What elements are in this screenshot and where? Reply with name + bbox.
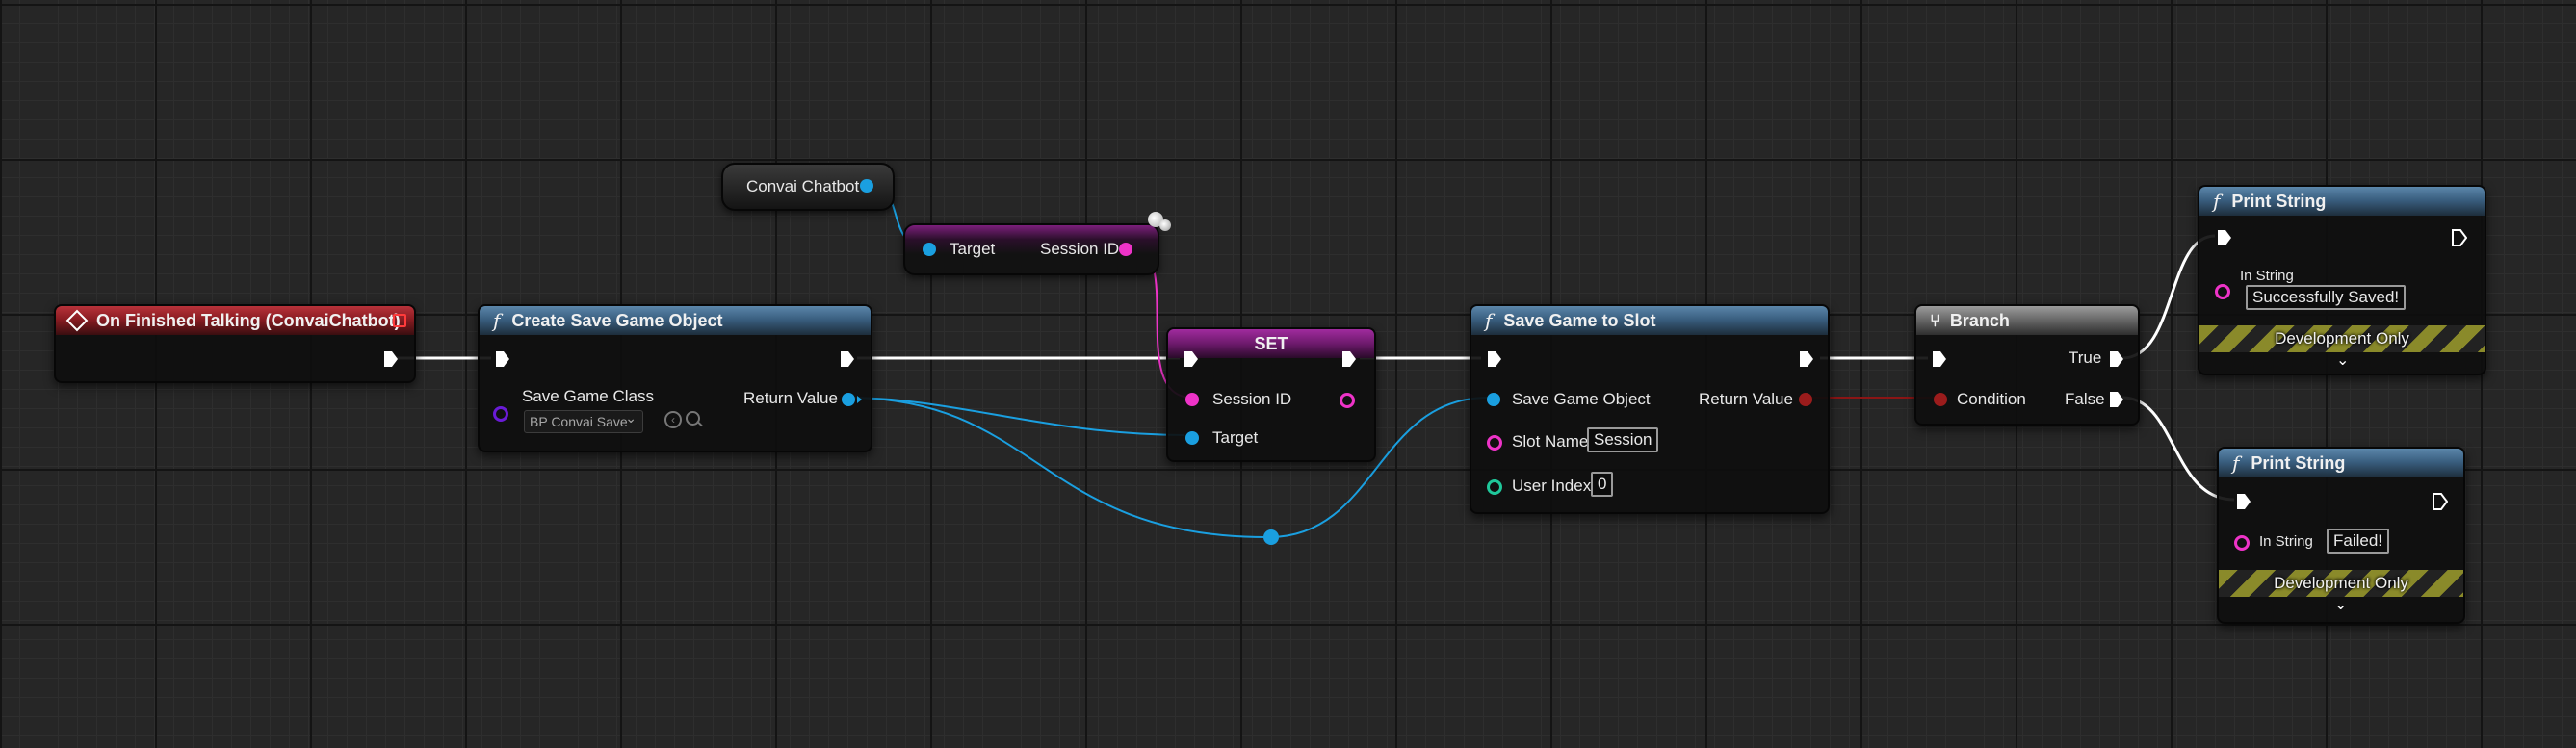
- function-icon: f: [493, 309, 501, 332]
- branch-node[interactable]: ⑂ Branch True Condition False: [1914, 304, 2140, 426]
- branch-header[interactable]: ⑂ Branch: [1916, 306, 2138, 335]
- slot-name-input[interactable]: Session: [1587, 427, 1659, 452]
- false-exec-pin[interactable]: [2109, 391, 2124, 408]
- save-game-object-pin[interactable]: [1487, 393, 1500, 406]
- convai-chatbot-pin[interactable]: [860, 179, 873, 193]
- set-node[interactable]: SET Session ID Target: [1166, 327, 1376, 462]
- set-title: SET: [1254, 333, 1288, 353]
- development-only-banner: Development Only: [2219, 570, 2463, 597]
- target-pin[interactable]: [1185, 431, 1199, 445]
- development-only-label: Development Only: [2275, 329, 2409, 348]
- chevron-down-icon: ⌄: [625, 410, 637, 426]
- exec-in-pin[interactable]: [1932, 350, 1947, 368]
- function-icon: f: [2213, 190, 2221, 213]
- chevron-down-icon[interactable]: ⌄: [2334, 595, 2347, 614]
- return-value-label: Return Value: [1699, 390, 1793, 408]
- exec-in-pin[interactable]: [1487, 350, 1502, 368]
- exec-out-pin[interactable]: [2452, 229, 2467, 246]
- exec-in-pin[interactable]: [1184, 350, 1199, 368]
- false-label: False: [2065, 390, 2105, 408]
- condition-pin[interactable]: [1934, 393, 1947, 406]
- branch-icon: ⑂: [1930, 310, 1940, 330]
- development-only-label: Development Only: [2274, 574, 2408, 592]
- print-string-failed-node[interactable]: f Print String In String Failed! Develop…: [2217, 447, 2465, 624]
- in-string-pin[interactable]: [2215, 284, 2230, 299]
- save-game-class-select[interactable]: BP Convai Save ⌄: [524, 410, 643, 433]
- return-value-label: Return Value: [743, 389, 838, 407]
- convai-chatbot-variable-node[interactable]: Convai Chatbot: [721, 163, 895, 211]
- save-game-class-pin[interactable]: [493, 406, 508, 422]
- user-index-label: User Index: [1512, 477, 1592, 495]
- event-title: On Finished Talking (ConvaiChatbot): [96, 310, 401, 330]
- exec-out-pin[interactable]: [1341, 350, 1357, 368]
- in-string-label: In String: [2240, 268, 2294, 284]
- event-header[interactable]: On Finished Talking (ConvaiChatbot): [56, 306, 414, 335]
- development-only-banner: Development Only: [2199, 325, 2485, 352]
- in-string-label: In String: [2259, 533, 2313, 550]
- reroute-node[interactable]: [1263, 529, 1279, 545]
- function-icon: f: [1485, 309, 1493, 332]
- get-session-id-node[interactable]: Target Session ID: [903, 212, 1171, 275]
- session-id-label: Session ID: [1040, 240, 1120, 258]
- exec-in-pin[interactable]: [495, 350, 510, 368]
- create-save-game-object-node[interactable]: f Create Save Game Object Save Game Clas…: [478, 304, 872, 452]
- exec-out-pin[interactable]: [840, 350, 855, 368]
- return-value-pin[interactable]: [1799, 393, 1812, 406]
- event-node[interactable]: On Finished Talking (ConvaiChatbot): [54, 304, 416, 383]
- chevron-down-icon[interactable]: ⌄: [2336, 350, 2349, 370]
- exec-in-pin[interactable]: [2217, 229, 2232, 246]
- exec-out-pin[interactable]: [383, 350, 399, 368]
- slot-name-label: Slot Name: [1512, 432, 1589, 451]
- in-string-pin[interactable]: [2234, 535, 2250, 551]
- use-selected-icon[interactable]: ‹: [664, 411, 682, 428]
- in-string-input[interactable]: Failed!: [2327, 529, 2390, 554]
- function-icon: f: [2232, 451, 2240, 475]
- save-game-class-value: BP Convai Save: [530, 414, 628, 429]
- session-id-in-pin[interactable]: [1185, 393, 1199, 406]
- true-label: True: [2069, 348, 2102, 367]
- return-value-pin-arrow: [857, 396, 862, 403]
- condition-label: Condition: [1957, 390, 2026, 408]
- session-id-out-pin[interactable]: [1119, 243, 1132, 256]
- user-index-pin[interactable]: [1487, 479, 1502, 495]
- save-slot-title: Save Game to Slot: [1503, 310, 1656, 330]
- print-success-title: Print String: [2231, 191, 2327, 211]
- target-label: Target: [950, 240, 996, 258]
- create-save-header[interactable]: f Create Save Game Object: [480, 306, 871, 335]
- object-wire: [846, 397, 1185, 436]
- session-id-out-pin[interactable]: [1340, 393, 1355, 408]
- exec-in-pin[interactable]: [2236, 493, 2251, 510]
- in-string-input[interactable]: Successfully Saved!: [2246, 285, 2407, 310]
- create-save-title: Create Save Game Object: [511, 310, 723, 330]
- return-value-pin[interactable]: [842, 393, 855, 406]
- print-string-success-node[interactable]: f Print String In String Successfully Sa…: [2198, 185, 2486, 375]
- save-slot-header[interactable]: f Save Game to Slot: [1471, 306, 1828, 335]
- exec-out-pin[interactable]: [1799, 350, 1814, 368]
- convai-chatbot-label: Convai Chatbot: [746, 177, 860, 195]
- user-index-input[interactable]: 0: [1591, 472, 1614, 497]
- event-icon: [65, 309, 89, 332]
- delegate-pin-icon[interactable]: [393, 314, 406, 327]
- save-game-class-label: Save Game Class: [522, 387, 654, 405]
- print-success-header[interactable]: f Print String: [2199, 187, 2485, 216]
- true-exec-pin[interactable]: [2109, 350, 2124, 368]
- exec-out-pin[interactable]: [2433, 493, 2448, 510]
- session-id-label: Session ID: [1212, 390, 1292, 408]
- network-icon-2: [1159, 219, 1171, 231]
- save-game-to-slot-node[interactable]: f Save Game to Slot Save Game Object Ret…: [1470, 304, 1830, 514]
- slot-name-pin[interactable]: [1487, 435, 1502, 451]
- branch-title: Branch: [1949, 310, 2010, 330]
- target-label: Target: [1212, 428, 1259, 447]
- print-failed-title: Print String: [2251, 452, 2346, 473]
- save-game-object-label: Save Game Object: [1512, 390, 1651, 408]
- print-failed-header[interactable]: f Print String: [2219, 449, 2463, 477]
- target-pin[interactable]: [923, 243, 936, 256]
